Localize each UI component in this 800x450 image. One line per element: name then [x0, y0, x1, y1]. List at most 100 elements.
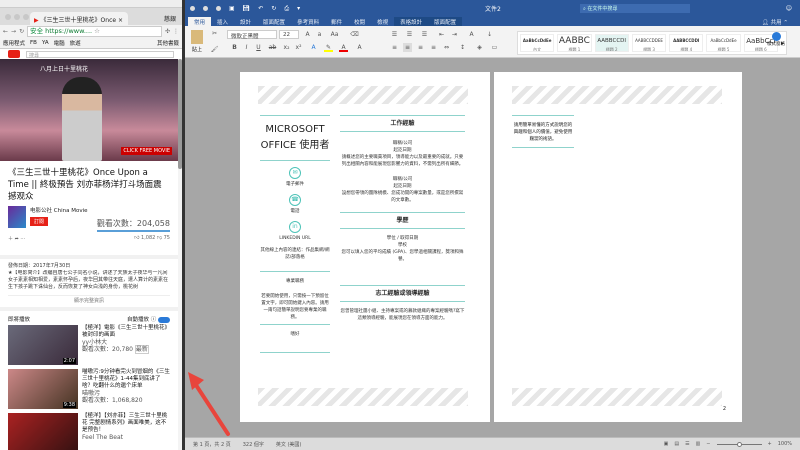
- forward-icon[interactable]: →: [11, 28, 16, 35]
- bookmark-folder-travel[interactable]: 旅遊: [70, 39, 81, 47]
- resume-name[interactable]: MICROSOFT OFFICE 使用者: [260, 122, 330, 154]
- objective-text[interactable]: 若要開始使用，只需按一下預留位置文字，即可開始鍵入內容。請用一兩句話簡單說明您要…: [260, 293, 330, 321]
- font-name-select[interactable]: 微軟正黑體: [227, 30, 277, 40]
- email-field[interactable]: 電子郵件: [260, 181, 330, 188]
- video-title[interactable]: 喵嗷污:9分钟看完火到冒烟的《三生三世十里桃花》1-44集到底讲了啥？吃翻什么的…: [82, 369, 170, 390]
- close-tab-icon[interactable]: ×: [118, 17, 123, 24]
- asian-layout-icon[interactable]: A: [467, 30, 476, 39]
- change-case-icon[interactable]: Aa: [330, 30, 339, 39]
- volunteer-heading[interactable]: 志工經驗或領導經驗: [340, 290, 465, 297]
- job-description-1[interactable]: 請概述您的主要職責項目，領導能力以及最重要的成就。只要列出相關內容和能展現您影響…: [340, 154, 465, 168]
- web-layout-icon[interactable]: ▤: [674, 441, 679, 447]
- video-title[interactable]: 【極洋】電影《三生三世十里桃花》被封印的画面: [82, 325, 170, 339]
- tab-view[interactable]: 檢視: [371, 17, 394, 26]
- bold-icon[interactable]: B: [230, 43, 239, 52]
- redo-icon[interactable]: ↻: [271, 5, 276, 12]
- font-size-select[interactable]: 22: [279, 30, 299, 39]
- style-heading-3[interactable]: AABBCCDDEE 標題 3: [631, 34, 667, 52]
- document-page-1[interactable]: MICROSOFT OFFICE 使用者 ✉ 電子郵件 ☎ 電話 in LINKEDI…: [240, 72, 490, 422]
- style-heading-5[interactable]: AaBbCcDdEe 標題 5: [706, 34, 741, 52]
- autoplay-toggle[interactable]: [158, 316, 170, 323]
- reload-icon[interactable]: ↻: [19, 28, 24, 35]
- profile-button[interactable]: 慈銀: [164, 14, 176, 23]
- other-links-field[interactable]: 其他線上內容的連結：作品集網/網誌/部落格: [260, 247, 330, 261]
- list-item[interactable]: 【極洋】【刘亦菲】三生三世十里桃花 完整剧情系列》画面唯美，这不是预告！ Feel…: [8, 413, 170, 450]
- page-count[interactable]: 第 1 頁，共 2 頁: [193, 441, 231, 448]
- paste-icon[interactable]: [191, 30, 203, 44]
- focus-icon[interactable]: ▥: [696, 441, 701, 447]
- tab-review[interactable]: 校閱: [348, 17, 371, 26]
- volunteer-text[interactable]: 您曾管理社團小組、主持專案或的募款組織的專案經驗嗎?寫下這類領導經驗，能展現您在…: [340, 308, 465, 322]
- character-shading-icon[interactable]: A: [355, 43, 364, 52]
- styles-pane-button[interactable]: 樣式窗格: [765, 32, 787, 47]
- bullets-icon[interactable]: ☰: [390, 30, 399, 39]
- language[interactable]: 英文 (美國): [276, 441, 302, 448]
- video-thumbnail[interactable]: 9:38: [8, 369, 78, 409]
- tab-insert[interactable]: 插入: [211, 17, 234, 26]
- document-search-input[interactable]: ⌕ 在文件中搜尋: [580, 4, 690, 13]
- youtube-logo-icon[interactable]: [8, 50, 20, 58]
- other-bookmarks[interactable]: 其他書籤: [157, 39, 179, 47]
- grow-font-icon[interactable]: A: [303, 30, 312, 39]
- borders-icon[interactable]: ▭: [490, 43, 499, 52]
- menu-icon[interactable]: ⋮: [173, 28, 179, 35]
- bookmark-star-icon[interactable]: ☆: [94, 27, 100, 35]
- video-thumbnail[interactable]: 2:07: [8, 325, 78, 365]
- outline-icon[interactable]: ☰: [685, 441, 689, 447]
- align-left-icon[interactable]: ≡: [390, 43, 399, 52]
- close-window-button[interactable]: [5, 14, 11, 20]
- multilevel-list-icon[interactable]: ☰: [420, 30, 429, 39]
- tab-table-layout[interactable]: 版面配置: [428, 17, 463, 26]
- list-item[interactable]: 2:07 【極洋】電影《三生三世十里桃花》被封印的画面 yy小林大 觀看次數：20,…: [8, 325, 170, 365]
- strikethrough-icon[interactable]: ab: [268, 43, 277, 52]
- zoom-window-button[interactable]: [23, 14, 29, 20]
- print-icon[interactable]: ⎙: [284, 5, 289, 13]
- save-icon[interactable]: 💾︎: [243, 5, 251, 12]
- word-count[interactable]: 322 個字: [243, 441, 264, 448]
- video-title[interactable]: 【極洋】【刘亦菲】三生三世十里桃花 完整剧情系列》画面唯美，这不是预告！: [82, 413, 170, 434]
- style-normal[interactable]: AaBbCcDdEe 內文: [520, 34, 555, 52]
- channel-avatar[interactable]: [8, 206, 26, 228]
- shading-icon[interactable]: ◈: [475, 43, 484, 52]
- hobbies-heading[interactable]: 嗜好: [260, 331, 330, 338]
- channel-name[interactable]: 电影公社 China Movie: [30, 206, 88, 214]
- job-description-2[interactable]: 設想您帶領的團隊規模、您成功開的專案數量，或是您所撰寫的文章數。: [340, 190, 465, 204]
- back-icon[interactable]: ←: [3, 28, 8, 35]
- italic-icon[interactable]: I: [242, 43, 251, 52]
- bookmark-fb[interactable]: FB: [30, 40, 37, 46]
- share-icon[interactable]: ➦: [15, 236, 19, 242]
- school-field[interactable]: 學校: [340, 242, 465, 249]
- extension-icon[interactable]: ✣: [165, 28, 170, 35]
- sort-icon[interactable]: ↓: [485, 30, 494, 39]
- browser-tab-youtube[interactable]: ▶ 《三生三世十里桃花》Once ×: [30, 12, 128, 25]
- minimize-window-button[interactable]: [203, 6, 208, 11]
- paste-label[interactable]: 貼上: [192, 46, 202, 53]
- style-heading-4[interactable]: AABBCCDDI 標題 4: [669, 34, 704, 52]
- subscribe-button[interactable]: 訂閱: [30, 217, 49, 226]
- style-heading-2[interactable]: AABBCCDI 標題 2: [594, 34, 629, 52]
- style-heading-1[interactable]: AABBC 標題 1: [557, 34, 592, 52]
- linkedin-field[interactable]: LINKEDIN URL: [260, 235, 330, 242]
- video-player[interactable]: 八月上日十里桃花 CLICK FREE MOVIE: [0, 59, 178, 161]
- distributed-icon[interactable]: ⇔: [442, 43, 451, 52]
- clear-formatting-icon[interactable]: ⌫: [350, 30, 359, 39]
- document-scrollbar[interactable]: [790, 58, 800, 437]
- zoom-slider-thumb[interactable]: [736, 441, 742, 447]
- job-dates-2[interactable]: 起訖日期: [340, 183, 465, 190]
- subscript-icon[interactable]: x₂: [282, 43, 291, 52]
- tab-design[interactable]: 設計: [234, 17, 257, 26]
- decrease-indent-icon[interactable]: ⇤: [437, 30, 446, 39]
- zoom-slider[interactable]: [716, 441, 762, 447]
- interests-text[interactable]: 請用簡單易懂的方式說明您的興趣和個人的價值，避免使用艱澀的術語。: [512, 122, 574, 143]
- dislike-icon[interactable]: 👎︎: [157, 235, 162, 241]
- justify-icon[interactable]: ≡: [429, 43, 438, 52]
- youtube-search-input[interactable]: 搜尋: [26, 50, 174, 59]
- bookmark-folder-computer[interactable]: 電腦: [54, 39, 65, 47]
- undo-icon[interactable]: ↶: [258, 5, 263, 12]
- add-to-icon[interactable]: ＋: [8, 236, 13, 242]
- cut-icon[interactable]: ✂: [210, 29, 219, 38]
- superscript-icon[interactable]: x²: [294, 43, 303, 52]
- sidebar-icon[interactable]: ▣: [229, 5, 235, 12]
- align-center-icon[interactable]: ≡: [403, 43, 412, 52]
- highlight-icon[interactable]: ✎: [324, 43, 333, 52]
